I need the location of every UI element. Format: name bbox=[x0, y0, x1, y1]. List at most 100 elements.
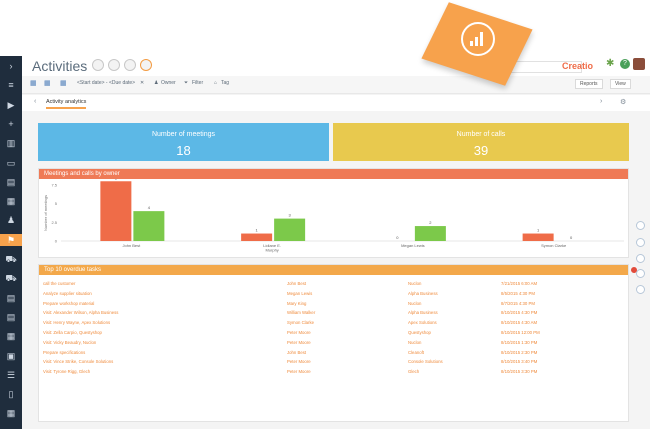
task-title-link[interactable]: Visit: Tyrone Rigg, Glech bbox=[43, 369, 90, 374]
task-account-link[interactable]: Nuclon bbox=[408, 281, 421, 286]
table-row[interactable]: Visit: Tyrone Rigg, Glech Peter Moore Glec… bbox=[43, 368, 631, 378]
table-row[interactable]: Analyze supplier situation Megan Lewis Alp… bbox=[43, 290, 631, 300]
notes-icon[interactable] bbox=[636, 285, 645, 294]
task-account-link[interactable]: Cleanoft bbox=[408, 350, 424, 355]
task-owner-link[interactable]: John Best bbox=[287, 350, 306, 355]
calendar-range-icon[interactable]: ▦ bbox=[44, 79, 51, 87]
y-axis-label: Number of meetings bbox=[43, 195, 48, 231]
calendar-view-icon[interactable] bbox=[108, 59, 120, 71]
calls-card-label: Number of calls bbox=[456, 131, 506, 138]
tag-button[interactable]: Tag bbox=[221, 80, 229, 86]
flag-icon[interactable]: ⚑ bbox=[0, 233, 22, 246]
clear-filter-icon[interactable]: ✕ bbox=[140, 80, 144, 86]
view-button[interactable]: View bbox=[610, 79, 631, 89]
chevron-right-icon[interactable]: › bbox=[600, 98, 602, 105]
analytics-view-icon[interactable] bbox=[140, 59, 152, 71]
chat-icon[interactable]: ▭ bbox=[4, 157, 18, 169]
task-owner-link[interactable]: Mary King bbox=[287, 301, 306, 306]
help-icon[interactable]: ? bbox=[620, 59, 630, 69]
task-account-link[interactable]: Alpha Business bbox=[408, 291, 438, 296]
reports-button[interactable]: Reports bbox=[575, 79, 603, 89]
document-icon[interactable]: ▤ bbox=[4, 292, 18, 304]
stats-icon[interactable]: ▦ bbox=[4, 407, 18, 419]
schedule-view-icon[interactable] bbox=[124, 59, 136, 71]
bar-value-label: 0 bbox=[570, 235, 573, 240]
menu-icon[interactable]: ≡ bbox=[4, 79, 18, 91]
task-owner-link[interactable]: Peter Moore bbox=[287, 340, 311, 345]
task-title-link[interactable]: Visit: Vicky Beaudry, Nuclon bbox=[43, 340, 96, 345]
x-tick-label: John Best bbox=[122, 243, 141, 248]
date-range-filter[interactable]: <Start date> - <Due date> bbox=[77, 80, 135, 86]
tab-activity-analytics[interactable]: Activity analytics bbox=[46, 99, 87, 109]
list-icon[interactable]: ☰ bbox=[4, 369, 18, 381]
bell-icon[interactable] bbox=[636, 254, 645, 263]
play-icon[interactable]: ▶ bbox=[4, 99, 18, 111]
table-row[interactable]: Visit: Vince Strike, Console Solutions Pe… bbox=[43, 358, 631, 368]
folder-icon[interactable]: ▣ bbox=[4, 350, 18, 362]
task-title-link[interactable]: Visit: Zella Carpio, Questyshop bbox=[43, 330, 102, 335]
contact-icon[interactable]: ♟ bbox=[4, 214, 18, 226]
task-title-link[interactable]: Prepare workshop material bbox=[43, 301, 94, 306]
task-owner-link[interactable]: Peter Moore bbox=[287, 359, 311, 364]
avatar[interactable] bbox=[633, 58, 645, 70]
tasks-panel-title: Top 10 overdue tasks bbox=[39, 265, 628, 275]
task-owner-link[interactable]: Peter Moore bbox=[287, 369, 311, 374]
table-row[interactable]: Prepare specifications John Best Cleanoft 8… bbox=[43, 349, 631, 359]
settings-icon[interactable]: ⚙ bbox=[620, 98, 626, 106]
document-alt-icon[interactable]: ▤ bbox=[4, 311, 18, 323]
chevron-left-icon[interactable]: ‹ bbox=[34, 98, 36, 105]
task-title-link[interactable]: Prepare specifications bbox=[43, 350, 85, 355]
bar-calls bbox=[414, 226, 446, 241]
task-account-link[interactable]: Apex Solutions bbox=[408, 320, 437, 325]
book-icon[interactable]: ▯ bbox=[4, 388, 18, 400]
table-row[interactable]: Visit: Zella Carpio, Questyshop Peter Moo… bbox=[43, 329, 631, 339]
task-account-link[interactable]: Console Solutions bbox=[408, 359, 443, 364]
owner-icon: ♟ bbox=[154, 80, 159, 86]
task-account-link[interactable]: Nuclon bbox=[408, 340, 421, 345]
plus-icon[interactable]: + bbox=[4, 118, 18, 130]
cart-icon[interactable]: ⛟ bbox=[4, 253, 18, 265]
task-owner-link[interactable]: William Walker bbox=[287, 310, 315, 315]
table-row[interactable]: Visit: Henry Wayne, Apex Solutions Symon … bbox=[43, 319, 631, 329]
task-title-link[interactable]: Analyze supplier situation bbox=[43, 291, 92, 296]
task-title-link[interactable]: Visit: Alexander Wilson, Alpha Business bbox=[43, 310, 118, 315]
calendar-dropdown-icon[interactable]: ▦ bbox=[60, 79, 67, 87]
task-account-link[interactable]: Questyshop bbox=[408, 330, 431, 335]
x-tick-label: Murphy bbox=[265, 248, 278, 253]
chevron-right-icon[interactable]: › bbox=[4, 60, 18, 72]
task-owner-link[interactable]: Megan Lewis bbox=[287, 291, 312, 296]
task-account-link[interactable]: Alpha Business bbox=[408, 310, 438, 315]
task-owner-link[interactable]: Peter Moore bbox=[287, 330, 311, 335]
cart-alt-icon[interactable]: ⛟ bbox=[4, 272, 18, 284]
task-title-link[interactable]: call the customer bbox=[43, 281, 75, 286]
task-account-link[interactable]: Nuclon bbox=[408, 301, 421, 306]
table-row[interactable]: Visit: Vicky Beaudry, Nuclon Peter Moore N… bbox=[43, 339, 631, 349]
bank-icon[interactable]: ▤ bbox=[4, 176, 18, 188]
filter-bar: ▦ ▦ ▦ <Start date> - <Due date> ✕ ♟ Owne… bbox=[22, 76, 650, 94]
document-box-icon[interactable]: ▦ bbox=[4, 330, 18, 342]
task-owner-link[interactable]: John Best bbox=[287, 281, 306, 286]
table-row[interactable]: Visit: Alexander Wilson, Alpha Business W… bbox=[43, 309, 631, 319]
table-row[interactable]: call the customer John Best Nuclon 7/21/201… bbox=[43, 280, 631, 290]
task-title-link[interactable]: Visit: Vince Strike, Console Solutions bbox=[43, 359, 113, 364]
bar-calls bbox=[133, 211, 165, 241]
chart-icon[interactable]: ▥ bbox=[4, 137, 18, 149]
building-icon[interactable]: ▦ bbox=[4, 195, 18, 207]
list-view-icon[interactable] bbox=[92, 59, 104, 71]
task-owner-link[interactable]: Symon Clarke bbox=[287, 320, 314, 325]
tag-icon: ⌂ bbox=[214, 80, 218, 86]
gear-icon[interactable]: ✱ bbox=[606, 59, 616, 69]
mail-icon[interactable] bbox=[636, 221, 645, 230]
owner-filter[interactable]: Owner bbox=[161, 80, 176, 86]
chat-icon[interactable] bbox=[636, 238, 645, 247]
calls-card-value: 39 bbox=[473, 143, 489, 158]
task-title-link[interactable]: Visit: Henry Wayne, Apex Solutions bbox=[43, 320, 110, 325]
clock-icon[interactable] bbox=[636, 269, 645, 278]
meetings-calls-chart: 7.552.50Number of meetings84John Best13L… bbox=[43, 179, 624, 253]
filter-button[interactable]: Filter bbox=[192, 80, 203, 86]
calendar-icon[interactable]: ▦ bbox=[30, 79, 37, 87]
table-row[interactable]: Prepare workshop material Mary King Nuclon… bbox=[43, 300, 631, 310]
task-account-link[interactable]: Glech bbox=[408, 369, 419, 374]
filter-icon: ⏷ bbox=[184, 80, 189, 86]
bar-meetings bbox=[522, 233, 554, 241]
